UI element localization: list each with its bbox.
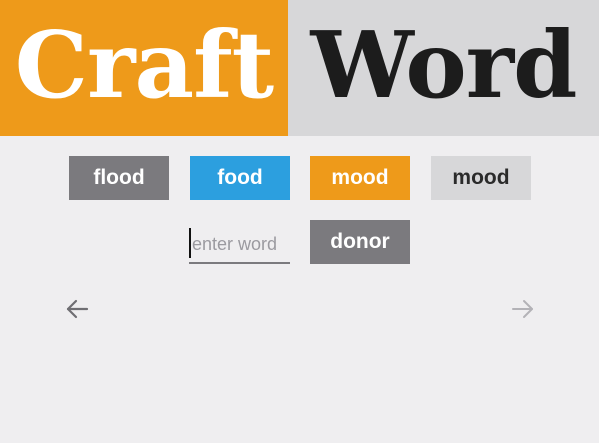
logo-word-text: Word [310, 11, 578, 119]
logo-craft-text: Craft [14, 11, 274, 119]
word-input[interactable] [189, 226, 290, 262]
text-caret [189, 228, 191, 258]
arrow-right-icon [512, 300, 533, 318]
word-input-container [189, 226, 290, 264]
word-tile-target: mood [310, 156, 410, 200]
next-button[interactable] [508, 294, 538, 324]
input-row: donor [0, 220, 599, 266]
logo-word-panel: Word [288, 0, 599, 136]
prev-button[interactable] [62, 294, 92, 324]
word-tile-goal: mood [431, 156, 531, 200]
game-screen: Craft Word flood food mood mood donor [0, 0, 599, 443]
logo-craft-panel: Craft [0, 0, 288, 136]
word-tile: flood [69, 156, 169, 200]
word-chain: flood food mood mood [0, 156, 599, 200]
suggestion-button[interactable]: donor [310, 220, 410, 264]
app-header: Craft Word [0, 0, 599, 136]
arrow-left-icon [66, 299, 89, 319]
word-tile-current: food [190, 156, 290, 200]
